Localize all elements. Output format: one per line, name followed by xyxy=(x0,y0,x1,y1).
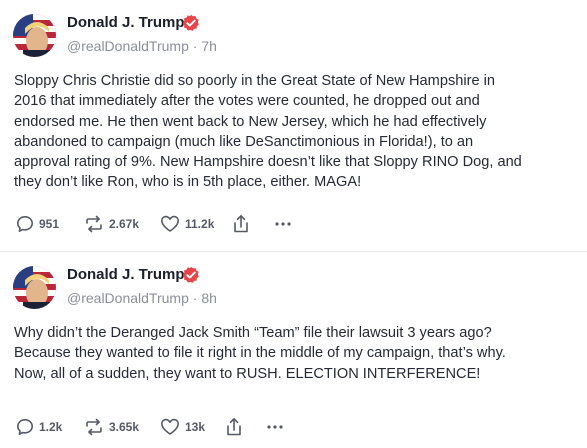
avatar[interactable] xyxy=(13,14,56,57)
post-text: Sloppy Chris Christie did so poorly in t… xyxy=(14,73,522,191)
repost-arrows-icon xyxy=(84,215,104,233)
heart-icon xyxy=(160,215,180,233)
verified-badge-icon xyxy=(182,14,200,32)
reply-button[interactable]: 951 xyxy=(16,214,59,234)
more-dots-icon xyxy=(266,418,284,436)
reply-count: 951 xyxy=(39,217,60,231)
handle-line: @realDonaldTrump · 8h xyxy=(67,290,217,307)
feed: Donald J. Trump @realDonaldTrump · 7h Sl… xyxy=(0,0,587,448)
speech-bubble-icon xyxy=(16,215,34,233)
speech-bubble-icon xyxy=(16,418,34,436)
handle[interactable]: @realDonaldTrump xyxy=(67,38,189,54)
more-dots-icon xyxy=(274,215,292,233)
post[interactable]: Donald J. Trump @realDonaldTrump · 8h Wh… xyxy=(0,252,587,448)
post[interactable]: Donald J. Trump @realDonaldTrump · 7h Sl… xyxy=(0,0,587,251)
retruth-count: 2.67k xyxy=(109,217,140,231)
display-name[interactable]: Donald J. Trump xyxy=(67,14,185,32)
timestamp[interactable]: 8h xyxy=(201,290,217,306)
retruth-count: 3.65k xyxy=(109,420,140,434)
heart-icon xyxy=(160,418,180,436)
action-bar: 1.2k 3.65k 13k xyxy=(16,417,576,437)
handle-line: @realDonaldTrump · 7h xyxy=(67,38,217,55)
post-text: Why didn’t the Deranged Jack Smith “Team… xyxy=(14,325,506,382)
like-button[interactable]: 13k xyxy=(160,417,205,437)
reply-button[interactable]: 1.2k xyxy=(16,417,62,437)
retruth-button[interactable]: 3.65k xyxy=(84,417,139,437)
retruth-button[interactable]: 2.67k xyxy=(84,214,139,234)
display-name[interactable]: Donald J. Trump xyxy=(67,266,185,284)
separator: · xyxy=(192,38,198,54)
action-bar: 951 2.67k 11.2k xyxy=(16,214,576,234)
timestamp[interactable]: 7h xyxy=(201,38,217,54)
more-options-button[interactable] xyxy=(274,214,292,234)
share-upload-icon xyxy=(232,214,250,234)
repost-arrows-icon xyxy=(84,418,104,436)
separator: · xyxy=(192,290,198,306)
avatar[interactable] xyxy=(13,266,56,309)
share-button[interactable] xyxy=(232,214,250,234)
like-count: 13k xyxy=(185,420,206,434)
reply-count: 1.2k xyxy=(39,420,63,434)
like-button[interactable]: 11.2k xyxy=(160,214,214,234)
like-count: 11.2k xyxy=(185,217,215,231)
handle[interactable]: @realDonaldTrump xyxy=(67,290,189,306)
share-upload-icon xyxy=(225,417,243,437)
share-button[interactable] xyxy=(225,417,243,437)
more-options-button[interactable] xyxy=(266,417,284,437)
verified-badge-icon xyxy=(182,266,200,284)
